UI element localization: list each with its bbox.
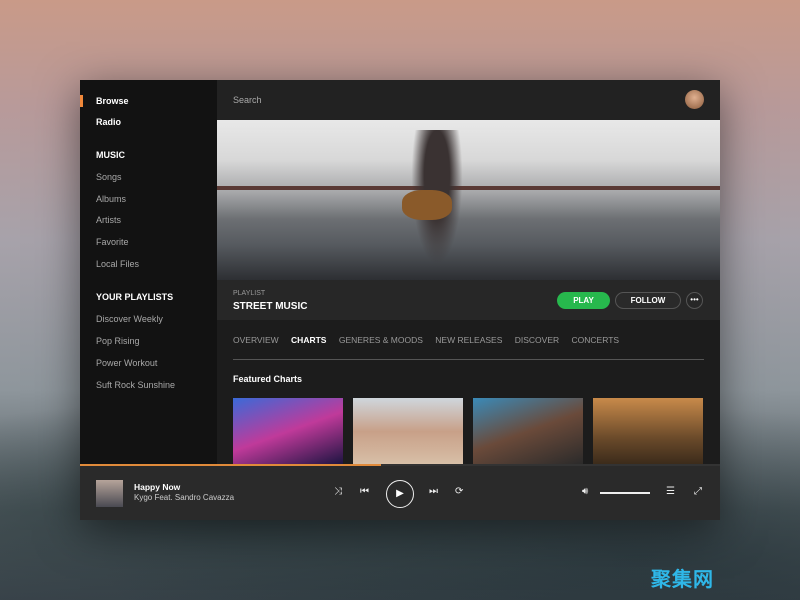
chart-thumbnail[interactable] [233, 398, 343, 465]
divider [233, 359, 704, 360]
music-app-window: Browse Radio MUSIC Songs Albums Artists … [80, 80, 720, 520]
fullscreen-icon[interactable]: ⤢ [694, 486, 702, 497]
playlists-heading: YOUR PLAYLISTS [96, 292, 174, 302]
play-pause-button[interactable]: ▶ [386, 480, 414, 508]
tab-overview[interactable]: OVERVIEW [233, 335, 279, 345]
tab-genres-moods[interactable]: GENERES & MOODS [339, 335, 423, 345]
sidebar: Browse Radio MUSIC Songs Albums Artists … [80, 80, 217, 465]
tab-discover[interactable]: DISCOVER [515, 335, 559, 345]
search-input[interactable] [233, 95, 433, 105]
sidebar-item-local-files[interactable]: Local Files [96, 259, 139, 269]
track-artist: Kygo Feat. Sandro Cavazza [134, 493, 235, 502]
sidebar-item-favorite[interactable]: Favorite [96, 237, 129, 247]
sidebar-item-browse[interactable]: Browse [96, 96, 129, 106]
follow-button[interactable]: FOLLOW [615, 292, 681, 309]
chart-thumbnail[interactable] [353, 398, 463, 465]
track-title: Happy Now [134, 482, 181, 492]
volume-slider[interactable] [600, 492, 650, 494]
volume-icon[interactable]: 🔊︎ [582, 486, 588, 497]
featured-charts-heading: Featured Charts [233, 374, 303, 384]
play-button[interactable]: PLAY [557, 292, 610, 309]
active-indicator [80, 95, 83, 107]
shuffle-icon[interactable]: ⤨ [334, 486, 342, 497]
watermark-logo: 聚集网 [651, 569, 714, 591]
sidebar-item-radio[interactable]: Radio [96, 117, 121, 127]
playlist-item[interactable]: Pop Rising [96, 336, 140, 346]
top-bar [217, 80, 720, 120]
sidebar-item-artists[interactable]: Artists [96, 215, 121, 225]
chart-thumbnail[interactable] [473, 398, 583, 465]
sidebar-item-albums[interactable]: Albums [96, 194, 126, 204]
tab-concerts[interactable]: CONCERTS [572, 335, 620, 345]
guitar [402, 190, 452, 220]
previous-icon[interactable]: ⏮ [360, 486, 369, 497]
playlist-item[interactable]: Discover Weekly [96, 314, 163, 324]
chart-thumbnail[interactable] [593, 398, 703, 465]
music-heading: MUSIC [96, 150, 125, 160]
queue-list-icon[interactable]: ☰ [666, 486, 675, 497]
player-bar: Happy Now Kygo Feat. Sandro Cavazza ⤨ ⏮ … [80, 466, 720, 520]
volume-fill [600, 492, 650, 494]
playlist-item[interactable]: Suft Rock Sunshine [96, 380, 175, 390]
railing [217, 186, 720, 190]
sidebar-item-songs[interactable]: Songs [96, 172, 122, 182]
avatar[interactable] [685, 90, 704, 109]
hero-image [217, 120, 720, 280]
tab-charts[interactable]: CHARTS [291, 335, 326, 345]
playlist-item[interactable]: Power Workout [96, 358, 157, 368]
playlist-info-bar: PLAYLIST STREET MUSIC PLAY FOLLOW ••• [217, 280, 720, 320]
album-art [96, 480, 123, 507]
playlist-title: STREET MUSIC [233, 301, 308, 312]
next-icon[interactable]: ⏭ [429, 486, 438, 497]
tab-new-releases[interactable]: NEW RELEASES [435, 335, 502, 345]
main-content: PLAYLIST STREET MUSIC PLAY FOLLOW ••• OV… [217, 80, 720, 465]
play-icon: ▶ [396, 488, 404, 499]
tab-bar: OVERVIEW CHARTS GENERES & MOODS NEW RELE… [233, 335, 629, 345]
more-options-button[interactable]: ••• [686, 292, 703, 309]
repeat-icon[interactable]: ⟳ [455, 486, 463, 497]
playlist-kicker: PLAYLIST [233, 290, 266, 297]
